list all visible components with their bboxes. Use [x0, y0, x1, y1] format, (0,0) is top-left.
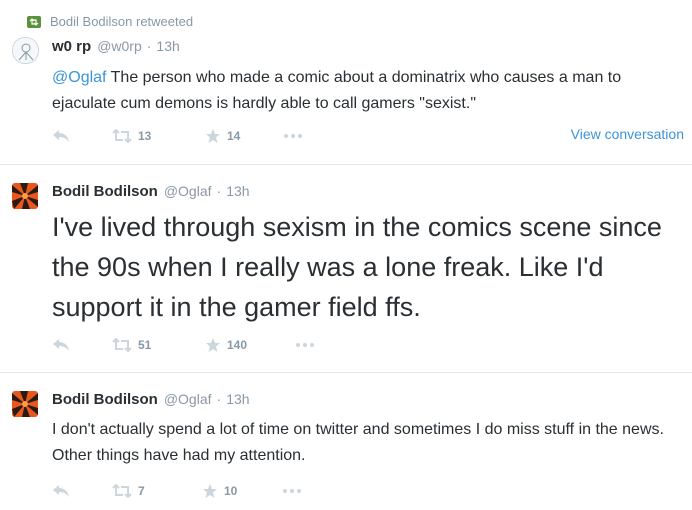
- timestamp[interactable]: 13h: [156, 38, 179, 54]
- star-icon: [206, 338, 220, 352]
- author-name[interactable]: Bodil Bodilson: [52, 183, 158, 200]
- reply-button[interactable]: [52, 338, 112, 352]
- retweet-button[interactable]: 51: [112, 338, 205, 352]
- more-dots-icon: [283, 489, 301, 493]
- more-button[interactable]: [283, 133, 303, 139]
- star-icon: [203, 484, 217, 498]
- more-dots-icon: [284, 134, 302, 138]
- tweet-text: I've lived through sexism in the comics …: [52, 212, 662, 322]
- author-handle[interactable]: @w0rp: [97, 38, 142, 54]
- retweet-badge-icon: [27, 15, 41, 28]
- retweet-count: 51: [138, 338, 152, 352]
- tweet-text-body: The person who made a comic about a domi…: [52, 69, 622, 112]
- star-icon: [206, 129, 220, 143]
- retweet-context: Bodil Bodilson retweeted: [27, 14, 193, 29]
- retweet-context-label: Bodil Bodilson retweeted: [50, 14, 194, 29]
- retweet-button[interactable]: 7: [112, 484, 202, 498]
- reply-button[interactable]: [52, 484, 112, 498]
- avatar[interactable]: [12, 37, 39, 64]
- tweet-1[interactable]: Bodil Bodilson retweeted w0 rp @w0rp · 1…: [0, 0, 692, 164]
- retweet-icon: [112, 338, 132, 352]
- author-handle[interactable]: @Oglaf: [164, 183, 212, 199]
- reply-button[interactable]: [52, 129, 112, 143]
- timestamp[interactable]: 13h: [226, 391, 249, 407]
- reply-icon: [53, 130, 69, 142]
- tweet-3[interactable]: Bodil Bodilson @Oglaf · 13h I don't actu…: [0, 373, 692, 510]
- favorite-count: 140: [227, 338, 248, 352]
- favorite-button[interactable]: 10: [202, 483, 282, 499]
- favorite-count: 14: [227, 129, 241, 143]
- view-conversation-link[interactable]: View conversation: [571, 126, 684, 142]
- tweet-text: @Oglaf The person who made a comic about…: [52, 65, 677, 117]
- separator-dot: ·: [216, 183, 222, 199]
- avatar[interactable]: [12, 391, 38, 417]
- retweet-icon: [112, 484, 132, 498]
- tweet-header: Bodil Bodilson @Oglaf · 13h: [52, 183, 250, 200]
- more-button[interactable]: [295, 342, 315, 348]
- more-dots-icon: [296, 343, 314, 347]
- retweet-count: 7: [138, 484, 145, 498]
- favorite-button[interactable]: 14: [205, 128, 283, 144]
- favorite-count: 10: [224, 484, 238, 498]
- separator-dot: ·: [146, 38, 152, 54]
- more-button[interactable]: [282, 488, 302, 494]
- avatar[interactable]: [12, 183, 38, 209]
- retweet-button[interactable]: 13: [112, 129, 205, 143]
- favorite-button[interactable]: 140: [205, 337, 295, 353]
- tweet-actions: 51 140: [52, 337, 315, 353]
- tweet-2[interactable]: Bodil Bodilson @Oglaf · 13h I've lived t…: [0, 165, 692, 371]
- tweet-actions: 7 10: [52, 483, 302, 499]
- author-name[interactable]: Bodil Bodilson: [52, 391, 158, 408]
- tweet-header: w0 rp @w0rp · 13h: [52, 38, 180, 55]
- tweet-text: I don't actually spend a lot of time on …: [52, 421, 664, 464]
- reply-icon: [53, 339, 69, 351]
- retweet-icon: [112, 129, 132, 143]
- reply-icon: [53, 485, 69, 497]
- mention-link[interactable]: @Oglaf: [52, 69, 106, 86]
- author-handle[interactable]: @Oglaf: [164, 391, 212, 407]
- retweet-count: 13: [138, 129, 152, 143]
- tweet-actions: 13 14: [52, 128, 303, 144]
- author-name[interactable]: w0 rp: [52, 38, 91, 55]
- separator-dot: ·: [216, 391, 222, 407]
- tweet-header: Bodil Bodilson @Oglaf · 13h: [52, 391, 250, 408]
- timestamp[interactable]: 13h: [226, 183, 249, 199]
